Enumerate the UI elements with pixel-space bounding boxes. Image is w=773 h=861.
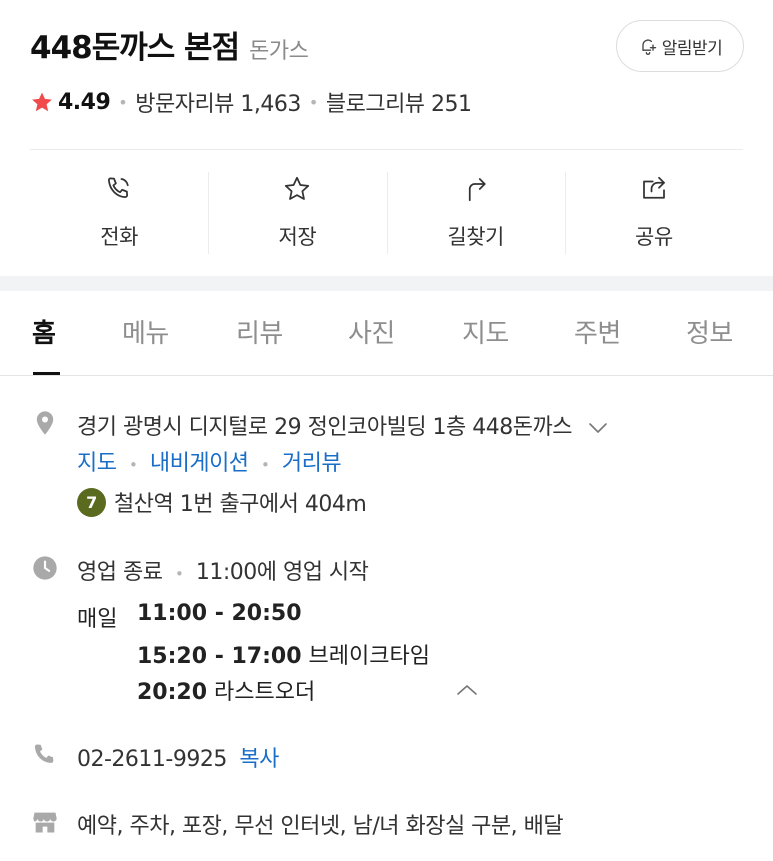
tab-home[interactable]: 홈 [32, 313, 56, 350]
tab-photos[interactable]: 사진 [348, 313, 395, 350]
phone-number[interactable]: 02-2611-9925 [77, 747, 227, 772]
subway-distance-text: 철산역 1번 출구에서 404m [114, 492, 367, 517]
subway-info: 7 철산역 1번 출구에서 404m [77, 486, 367, 518]
separator-dot: • [174, 565, 184, 583]
hours-status-line: 영업 종료 • 11:00에 영업 시작 [77, 554, 369, 586]
place-name: 448돈까스 본점 [30, 30, 240, 66]
hours-day: 매일 [77, 607, 118, 632]
tab-menu[interactable]: 메뉴 [122, 313, 169, 350]
directions-label: 길찾기 [447, 225, 504, 249]
map-link[interactable]: 지도 [77, 451, 117, 476]
blog-reviews-link[interactable]: 블로그리뷰 251 [326, 86, 472, 118]
last-order: 20:20 라스트오더 [137, 680, 316, 705]
tab-info[interactable]: 정보 [686, 313, 733, 350]
address-line[interactable]: 경기 광명시 디지털로 29 정인코아빌딩 1층 448돈까스 [77, 409, 609, 441]
share-label: 공유 [635, 225, 673, 249]
separator-dot: • [128, 456, 138, 474]
active-tab-indicator [33, 372, 60, 375]
navigation-link[interactable]: 내비게이션 [150, 451, 249, 476]
title-row: 448돈까스 본점 돈가스 [30, 22, 309, 67]
phone-icon [108, 177, 129, 198]
address-text: 경기 광명시 디지털로 29 정인코아빌딩 1층 448돈까스 [77, 415, 573, 440]
street-view-link[interactable]: 거리뷰 [282, 451, 342, 476]
share-icon [643, 176, 665, 199]
bell-plus-icon [642, 39, 656, 55]
tab-bar: 홈 메뉴 리뷰 사진 지도 주변 정보 [0, 291, 773, 376]
location-pin-icon [36, 411, 54, 435]
section-gap [0, 276, 773, 291]
chevron-up-icon[interactable] [455, 683, 479, 697]
store-icon [33, 812, 57, 833]
rating-row: 4.49 • 방문자리뷰 1,463 • 블로그리뷰 251 [30, 86, 472, 118]
address-links: 지도 • 내비게이션 • 거리뷰 [77, 445, 342, 477]
save-button[interactable]: 저장 [208, 170, 386, 258]
divider [30, 149, 743, 150]
separator-dot: • [308, 92, 318, 112]
directions-button[interactable]: 길찾기 [386, 170, 565, 258]
place-category: 돈가스 [249, 39, 309, 64]
star-outline-icon [285, 176, 310, 200]
place-header: 448돈까스 본점 돈가스 알림받기 4.49 • 방문자리뷰 1,463 • … [0, 0, 773, 276]
open-hours: 11:00 - 20:50 [137, 601, 302, 626]
tab-nearby[interactable]: 주변 [574, 313, 621, 350]
share-button[interactable]: 공유 [564, 170, 743, 258]
call-label: 전화 [100, 225, 138, 249]
amenities-text: 예약, 주차, 포장, 무선 인터넷, 남/녀 화장실 구분, 배달 [77, 814, 564, 839]
separator-dot: • [261, 456, 270, 474]
next-open-text: 11:00에 영업 시작 [195, 560, 369, 585]
phone-line: 02-2611-9925 복사 [77, 741, 279, 773]
directions-icon [468, 178, 486, 202]
phone-filled-icon [34, 744, 54, 763]
alarm-button[interactable]: 알림받기 [616, 20, 744, 72]
separator-dot: • [118, 92, 128, 112]
tab-reviews[interactable]: 리뷰 [236, 313, 283, 350]
rating-score: 4.49 [58, 89, 111, 115]
save-label: 저장 [278, 225, 317, 249]
copy-phone-button[interactable]: 복사 [239, 747, 279, 772]
alarm-label: 알림받기 [661, 38, 723, 59]
call-button[interactable]: 전화 [30, 170, 208, 258]
clock-icon [33, 556, 57, 580]
star-filled-icon [32, 92, 52, 112]
business-status: 영업 종료 [77, 560, 163, 585]
break-time: 15:20 - 17:00 브레이크타임 [137, 644, 430, 669]
subway-line-badge: 7 [77, 487, 106, 517]
action-bar: 전화 저장 길찾기 공유 [30, 170, 743, 258]
chevron-down-icon[interactable] [587, 421, 609, 435]
tab-map[interactable]: 지도 [462, 313, 509, 350]
visitor-reviews-link[interactable]: 방문자리뷰 1,463 [135, 86, 301, 118]
